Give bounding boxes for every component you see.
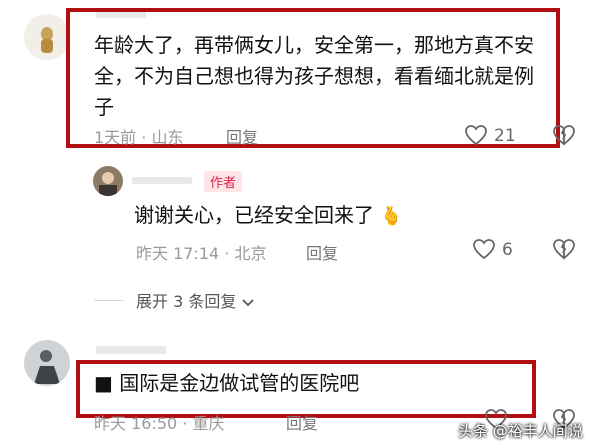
comment-meta: 1天前 · 山东: [94, 128, 184, 147]
reply-button[interactable]: 回复: [226, 124, 258, 148]
comment-text: 年龄大了，再带俩女儿，安全第一，那地方真不安全，不为自己想也得为孩子想想，看看缅…: [94, 33, 534, 119]
author-avatar[interactable]: [93, 166, 123, 196]
like-count: 6: [502, 240, 513, 260]
commenter-name[interactable]: [96, 346, 166, 354]
author-badge: 作者: [204, 171, 243, 192]
like-count: 21: [494, 126, 516, 146]
like-icon[interactable]: [464, 124, 488, 146]
reply-text-content: 谢谢关心，已经安全回来了: [134, 203, 374, 227]
comment-meta: 昨天 16:50 · 重庆: [94, 414, 225, 433]
expand-divider: [94, 300, 124, 301]
commenter-avatar[interactable]: [24, 14, 70, 60]
comment-text: ■ 国际是金边做试管的医院吧: [94, 371, 360, 395]
expand-replies-button[interactable]: 展开 3 条回复: [136, 288, 255, 312]
dislike-icon[interactable]: [552, 238, 576, 260]
like-icon[interactable]: [472, 238, 496, 260]
reply-text: 谢谢关心，已经安全回来了 🫰: [134, 200, 403, 232]
expand-replies-label: 展开 3 条回复: [136, 292, 237, 311]
watermark: 头条 @裕丰人间说: [458, 422, 583, 440]
reply-button[interactable]: 回复: [286, 410, 318, 434]
reply-meta: 昨天 17:14 · 北京: [136, 244, 267, 263]
reply-button[interactable]: 回复: [306, 240, 338, 264]
avatar-person-icon: [34, 350, 60, 384]
dislike-icon[interactable]: [552, 124, 576, 146]
chevron-down-icon: [241, 293, 255, 312]
heart-hand-emoji: 🫰: [380, 206, 403, 227]
author-photo-icon: [99, 172, 117, 196]
author-name[interactable]: [132, 177, 192, 184]
commenter-avatar[interactable]: [24, 340, 70, 386]
avatar-figure-icon: [41, 27, 53, 53]
